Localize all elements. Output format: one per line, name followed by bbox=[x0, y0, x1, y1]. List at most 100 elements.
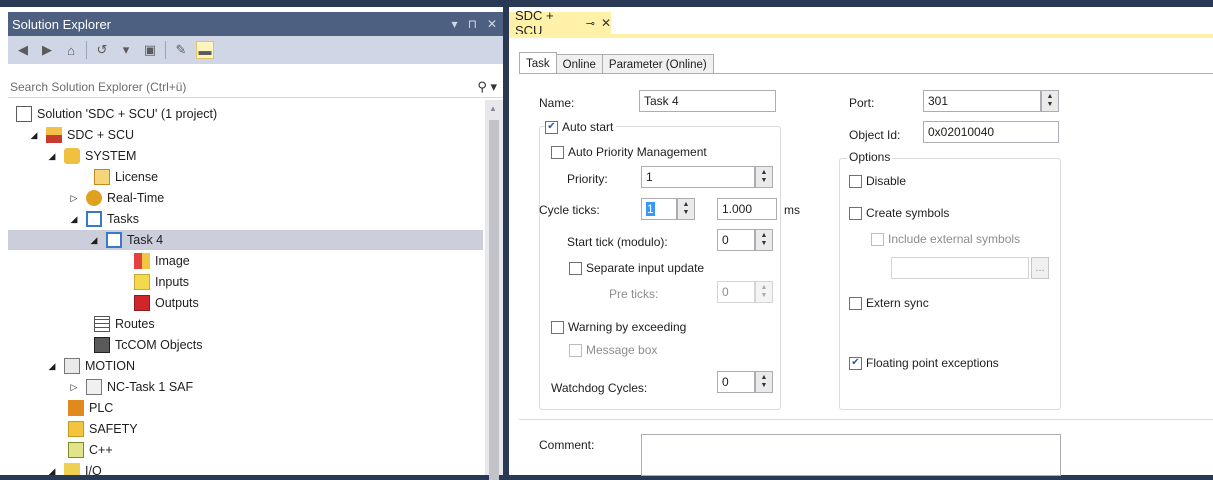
comment-textarea[interactable] bbox=[641, 434, 1061, 476]
collapse-all-icon[interactable]: ▣ bbox=[141, 41, 159, 59]
property-tabs: Task Online Parameter (Online) bbox=[519, 52, 714, 74]
disable-checkbox[interactable]: Disable bbox=[849, 174, 906, 188]
auto-start-label: Auto start bbox=[562, 120, 614, 134]
expand-arrow-icon[interactable]: ▷ bbox=[68, 382, 80, 393]
priority-field[interactable]: 1 bbox=[641, 166, 755, 188]
preview-toggle-icon[interactable]: ▬ bbox=[196, 41, 214, 59]
include-external-checkbox[interactable]: Include external symbols bbox=[871, 232, 1020, 246]
browse-button[interactable]: … bbox=[1031, 257, 1049, 279]
warning-exceeding-label: Warning by exceeding bbox=[568, 320, 687, 334]
cycle-ticks-field[interactable]: 1 bbox=[641, 198, 677, 220]
pre-ticks-spinner[interactable]: ▲ ▼ bbox=[755, 281, 773, 303]
auto-priority-checkbox[interactable]: Auto Priority Management bbox=[551, 145, 707, 159]
checkmark-icon: ✔ bbox=[849, 356, 862, 370]
object-id-field[interactable]: 0x02010040 bbox=[923, 121, 1059, 143]
tree-node-io[interactable]: ◢ I/O bbox=[46, 461, 102, 475]
tree-node-label: Tasks bbox=[107, 212, 139, 226]
task-icon bbox=[106, 232, 122, 248]
tree-node-label: MOTION bbox=[85, 359, 135, 373]
scrollbar-thumb[interactable] bbox=[489, 120, 499, 480]
watchdog-field[interactable]: 0 bbox=[717, 371, 755, 393]
options-group bbox=[839, 158, 1061, 410]
tree-node-realtime[interactable]: ▷ Real-Time bbox=[68, 188, 164, 208]
watchdog-spinner[interactable]: ▲ ▼ bbox=[755, 371, 773, 393]
port-spinner[interactable]: ▲ ▼ bbox=[1041, 90, 1059, 112]
disable-label: Disable bbox=[866, 174, 907, 188]
scroll-up-icon[interactable]: ▲ bbox=[489, 104, 497, 113]
extern-sync-checkbox[interactable]: Extern sync bbox=[849, 296, 929, 310]
twincat-project-icon bbox=[46, 127, 62, 143]
dropdown-icon[interactable]: ▾ bbox=[452, 17, 458, 31]
tree-node-project[interactable]: ◢ SDC + SCU bbox=[28, 125, 134, 145]
tree-node-cpp[interactable]: C++ bbox=[68, 440, 113, 460]
separate-input-checkbox[interactable]: Separate input update bbox=[569, 261, 704, 275]
create-symbols-label: Create symbols bbox=[866, 206, 950, 220]
search-box[interactable]: Search Solution Explorer (Ctrl+ü) ⚲ ▾ bbox=[8, 76, 503, 98]
cycle-ticks-spinner[interactable]: ▲ ▼ bbox=[677, 198, 695, 220]
document-tab[interactable]: SDC + SCU ⊸ ✕ bbox=[509, 8, 611, 38]
collapse-arrow-icon[interactable]: ◢ bbox=[88, 235, 100, 246]
tab-online[interactable]: Online bbox=[555, 54, 603, 74]
search-icon[interactable]: ⚲ ▾ bbox=[477, 79, 503, 95]
tree-scrollbar[interactable]: ▲ bbox=[485, 100, 503, 480]
tree-node-image[interactable]: Image bbox=[134, 251, 190, 271]
chevron-down-icon[interactable]: ▾ bbox=[117, 41, 135, 59]
start-tick-field[interactable]: 0 bbox=[717, 229, 755, 251]
cycle-ticks-value: 1 bbox=[646, 202, 655, 216]
close-icon[interactable]: ✕ bbox=[601, 16, 611, 30]
collapse-arrow-icon[interactable]: ◢ bbox=[46, 151, 58, 162]
routes-icon bbox=[94, 316, 110, 332]
collapse-arrow-icon[interactable]: ◢ bbox=[28, 130, 40, 141]
pre-ticks-field[interactable]: 0 bbox=[717, 281, 755, 303]
start-tick-spinner[interactable]: ▲ ▼ bbox=[755, 229, 773, 251]
create-symbols-checkbox[interactable]: Create symbols bbox=[849, 206, 949, 220]
home-icon[interactable]: ⌂ bbox=[62, 41, 80, 59]
tree-node-label: Image bbox=[155, 254, 190, 268]
properties-wrench-icon[interactable]: ✎ bbox=[172, 41, 190, 59]
expand-arrow-icon[interactable]: ▷ bbox=[68, 193, 80, 204]
tree-node-tcom[interactable]: TcCOM Objects bbox=[94, 335, 203, 355]
name-field[interactable]: Task 4 bbox=[639, 90, 776, 112]
cycle-time-field[interactable]: 1.000 bbox=[717, 198, 777, 220]
tree-node-nc-task[interactable]: ▷ NC-Task 1 SAF bbox=[68, 377, 193, 397]
close-icon[interactable]: ✕ bbox=[487, 17, 497, 31]
tab-parameter-online[interactable]: Parameter (Online) bbox=[601, 54, 714, 74]
tab-task[interactable]: Task bbox=[519, 52, 557, 74]
floating-point-checkbox[interactable]: ✔ Floating point exceptions bbox=[849, 356, 999, 370]
options-title: Options bbox=[847, 150, 893, 164]
collapse-arrow-icon[interactable]: ◢ bbox=[46, 361, 58, 372]
pin-icon[interactable]: ⊓ bbox=[468, 17, 477, 31]
tree-node-routes[interactable]: Routes bbox=[94, 314, 155, 334]
tree-node-system[interactable]: ◢ SYSTEM bbox=[46, 146, 136, 166]
tree-node-outputs[interactable]: Outputs bbox=[134, 293, 199, 313]
plc-icon bbox=[68, 400, 84, 416]
tree-node-motion[interactable]: ◢ MOTION bbox=[46, 356, 135, 376]
nc-task-icon bbox=[86, 379, 102, 395]
tree-node-inputs[interactable]: Inputs bbox=[134, 272, 189, 292]
tree-node-tasks[interactable]: ◢ Tasks bbox=[68, 209, 139, 229]
back-icon[interactable]: ◀ bbox=[14, 41, 32, 59]
cycle-ticks-label: Cycle ticks: bbox=[539, 203, 600, 217]
warning-exceeding-checkbox[interactable]: Warning by exceeding bbox=[551, 320, 686, 334]
tree-node-label: Task 4 bbox=[127, 233, 164, 247]
search-input[interactable]: Search Solution Explorer (Ctrl+ü) bbox=[10, 80, 186, 94]
tree-node-plc[interactable]: PLC bbox=[68, 398, 113, 418]
collapse-arrow-icon[interactable]: ◢ bbox=[68, 214, 80, 225]
auto-start-checkbox[interactable]: ✔ Auto start bbox=[545, 120, 617, 134]
message-box-checkbox[interactable]: Message box bbox=[569, 343, 657, 357]
checkbox-icon bbox=[551, 145, 564, 159]
tree-node-label: Real-Time bbox=[107, 191, 165, 205]
port-field[interactable]: 301 bbox=[923, 90, 1041, 112]
tree-node-task4[interactable]: ◢ Task 4 bbox=[8, 230, 483, 250]
forward-icon[interactable]: ▶ bbox=[38, 41, 56, 59]
tree-node-safety[interactable]: SAFETY bbox=[68, 419, 138, 439]
inputs-icon bbox=[134, 274, 150, 290]
external-symbols-path-field[interactable] bbox=[891, 257, 1029, 279]
history-icon[interactable]: ↺ bbox=[93, 41, 111, 59]
tree-node-license[interactable]: License bbox=[94, 167, 158, 187]
priority-spinner[interactable]: ▲ ▼ bbox=[755, 166, 773, 188]
toolbar-separator bbox=[86, 41, 87, 59]
collapse-arrow-icon[interactable]: ◢ bbox=[46, 466, 58, 476]
pin-icon[interactable]: ⊸ bbox=[586, 17, 595, 30]
tree-node-solution[interactable]: Solution 'SDC + SCU' (1 project) bbox=[16, 104, 217, 124]
